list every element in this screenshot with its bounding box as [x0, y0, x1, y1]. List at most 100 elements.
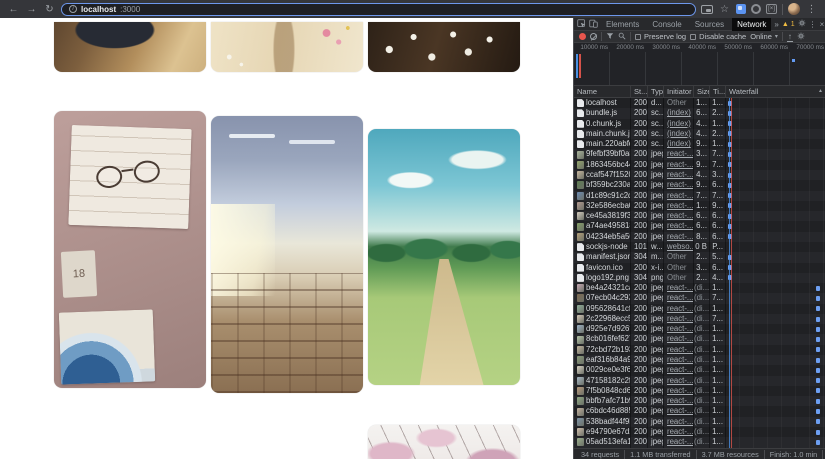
network-request-row[interactable]: e94790e67d2...200jpegreact-...(di...1...: [574, 427, 825, 437]
network-request-row[interactable]: d1c89c91c2d...200jpegreact-...7...7...: [574, 191, 825, 201]
network-request-row[interactable]: bf359bc230a...200jpegreact-...9...6...: [574, 180, 825, 190]
network-request-row[interactable]: 2c22968ecc5...200jpegreact-...(di...7...: [574, 314, 825, 324]
network-request-row[interactable]: ccaf547f1520...200jpegreact-...4...3...: [574, 170, 825, 180]
network-request-row[interactable]: bbfb7afc71b9...200jpegreact-...(di...1..…: [574, 396, 825, 406]
request-initiator[interactable]: react-...: [664, 191, 694, 201]
devtools-menu-icon[interactable]: ⋮: [809, 20, 817, 29]
request-initiator[interactable]: react-...: [664, 324, 694, 334]
column-header-size[interactable]: Size: [694, 86, 710, 97]
network-request-row[interactable]: 0029ce0e3f6...200jpegreact-...(di...1...: [574, 365, 825, 375]
request-initiator[interactable]: react-...: [664, 355, 694, 365]
network-request-row[interactable]: d925e7d926f...200jpegreact-...(di...1...: [574, 324, 825, 334]
network-request-row[interactable]: 9fefbf39bf0a8...200jpegreact-...3...7...: [574, 149, 825, 159]
inspect-element-icon[interactable]: [577, 19, 586, 30]
network-request-row[interactable]: 8cb016fef627...200jpegreact-...(di...1..…: [574, 334, 825, 344]
extension-icon[interactable]: [736, 4, 746, 14]
network-overview-timeline[interactable]: 10000 ms 20000 ms 30000 ms 40000 ms 5000…: [574, 43, 825, 86]
column-header-initiator[interactable]: Initiator: [664, 86, 694, 97]
request-initiator[interactable]: react-...: [664, 437, 694, 447]
bookmark-star-icon[interactable]: ☆: [718, 3, 731, 16]
column-header-type[interactable]: Type: [648, 86, 664, 97]
network-request-row[interactable]: 04234eb5a50...200jpegreact-...8...6...: [574, 232, 825, 242]
network-request-row[interactable]: 538badf44f9b...200jpegreact-...(di...1..…: [574, 417, 825, 427]
network-request-row[interactable]: 07ecb04c293...200jpegreact-...(di...7...: [574, 293, 825, 303]
device-toolbar-icon[interactable]: [589, 19, 598, 30]
warning-badge[interactable]: ▲ 1: [782, 21, 795, 28]
devtools-settings-gear-icon[interactable]: [798, 19, 806, 29]
request-initiator[interactable]: (index): [664, 129, 694, 139]
network-request-row[interactable]: 47158182c2f...200jpegreact-...(di...1...: [574, 376, 825, 386]
network-request-row[interactable]: 095628641cf...200jpegreact-...(di...1...: [574, 304, 825, 314]
request-initiator[interactable]: react-...: [664, 314, 694, 324]
gallery-image-classroom[interactable]: [211, 116, 363, 393]
devtools-close-icon[interactable]: ×: [820, 20, 825, 29]
network-request-row[interactable]: 7f5b0848cd6...200jpegreact-...(di...1...: [574, 386, 825, 396]
gallery-image-cherry[interactable]: [368, 425, 520, 459]
column-header-name[interactable]: Name: [574, 86, 631, 97]
request-initiator[interactable]: react-...: [664, 427, 694, 437]
request-initiator[interactable]: react-...: [664, 201, 694, 211]
extension-icon[interactable]: [751, 4, 761, 14]
request-initiator[interactable]: react-...: [664, 365, 694, 375]
request-initiator[interactable]: (index): [664, 119, 694, 129]
request-initiator[interactable]: react-...: [664, 334, 694, 344]
network-request-row[interactable]: favicon.ico200x-i...Other3...6...: [574, 263, 825, 273]
network-request-row[interactable]: 1863456bc44...200jpegreact-...9...7...: [574, 160, 825, 170]
request-initiator[interactable]: react-...: [664, 232, 694, 242]
gallery-image-landscape[interactable]: [368, 129, 520, 385]
more-tabs-icon[interactable]: »: [774, 20, 778, 29]
network-request-row[interactable]: logo192.png304pngOther2...4...: [574, 273, 825, 283]
request-initiator[interactable]: (index): [664, 108, 694, 118]
tab-console[interactable]: Console: [647, 18, 686, 31]
extension-icon[interactable]: [×]: [766, 4, 777, 14]
timeline-band[interactable]: [574, 52, 825, 85]
request-initiator[interactable]: react-...: [664, 283, 694, 293]
forward-icon[interactable]: →: [25, 3, 38, 16]
gallery-image-daisies[interactable]: [368, 22, 520, 72]
column-header-time[interactable]: Ti...: [710, 86, 726, 97]
network-request-row[interactable]: 32e586ecba0...200jpegreact-...1...9...: [574, 201, 825, 211]
request-initiator[interactable]: react-...: [664, 406, 694, 416]
network-request-row[interactable]: main.220abfd...200sc...(index)9...1...: [574, 139, 825, 149]
gallery-image-clog[interactable]: [54, 22, 206, 72]
gallery-image-stationery[interactable]: 18: [54, 111, 206, 388]
network-request-row[interactable]: a74ae495818...200jpegreact-...6...6...: [574, 221, 825, 231]
clear-network-log-icon[interactable]: [590, 33, 597, 40]
request-initiator[interactable]: react-...: [664, 304, 694, 314]
network-request-row[interactable]: sockjs-node101w...webso...0 BP...: [574, 242, 825, 252]
browser-menu-icon[interactable]: ⋮: [805, 3, 818, 16]
column-header-waterfall[interactable]: Waterfall: [726, 86, 825, 97]
network-request-row[interactable]: 05ad513efa1f...200jpegreact-...(di...1..…: [574, 437, 825, 447]
tab-network[interactable]: Network: [732, 18, 771, 31]
network-request-row[interactable]: c6bdc46d885...200jpegreact-...(di...1...: [574, 406, 825, 416]
refresh-icon[interactable]: ↻: [43, 3, 56, 16]
preserve-log-checkbox[interactable]: Preserve log: [635, 32, 686, 41]
tab-sources[interactable]: Sources: [690, 18, 729, 31]
request-initiator[interactable]: react-...: [664, 293, 694, 303]
request-initiator[interactable]: react-...: [664, 149, 694, 159]
network-request-row[interactable]: main.chunk.js200sc...(index)4...2...: [574, 129, 825, 139]
media-control-icon[interactable]: [701, 5, 713, 14]
network-request-row[interactable]: ce45a3819f3...200jpegreact-...6...6...: [574, 211, 825, 221]
network-request-row[interactable]: localhost200d...Other1...1...: [574, 98, 825, 108]
request-initiator[interactable]: react-...: [664, 386, 694, 396]
request-initiator[interactable]: react-...: [664, 221, 694, 231]
tab-elements[interactable]: Elements: [601, 18, 644, 31]
network-request-row[interactable]: manifest.json304m...Other2...5...: [574, 252, 825, 262]
back-icon[interactable]: ←: [7, 3, 20, 16]
request-initiator[interactable]: react-...: [664, 170, 694, 180]
column-header-status[interactable]: St...: [631, 86, 648, 97]
network-request-row[interactable]: bundle.js200sc...(index)6...2...: [574, 108, 825, 118]
site-info-icon[interactable]: i: [69, 5, 77, 13]
network-request-row[interactable]: eaf316b84a9...200jpegreact-...(di...1...: [574, 355, 825, 365]
request-initiator[interactable]: react-...: [664, 345, 694, 355]
filter-funnel-icon[interactable]: [606, 32, 614, 42]
request-initiator[interactable]: react-...: [664, 417, 694, 427]
profile-avatar[interactable]: [788, 3, 800, 15]
request-initiator[interactable]: react-...: [664, 211, 694, 221]
request-initiator[interactable]: webso...: [664, 242, 694, 252]
network-request-row[interactable]: 0.chunk.js200sc...(index)4...1...: [574, 119, 825, 129]
network-request-row[interactable]: be4a24321ca...200jpegreact-...(di...1...: [574, 283, 825, 293]
request-initiator[interactable]: react-...: [664, 396, 694, 406]
disable-cache-checkbox[interactable]: Disable cache: [690, 32, 746, 41]
